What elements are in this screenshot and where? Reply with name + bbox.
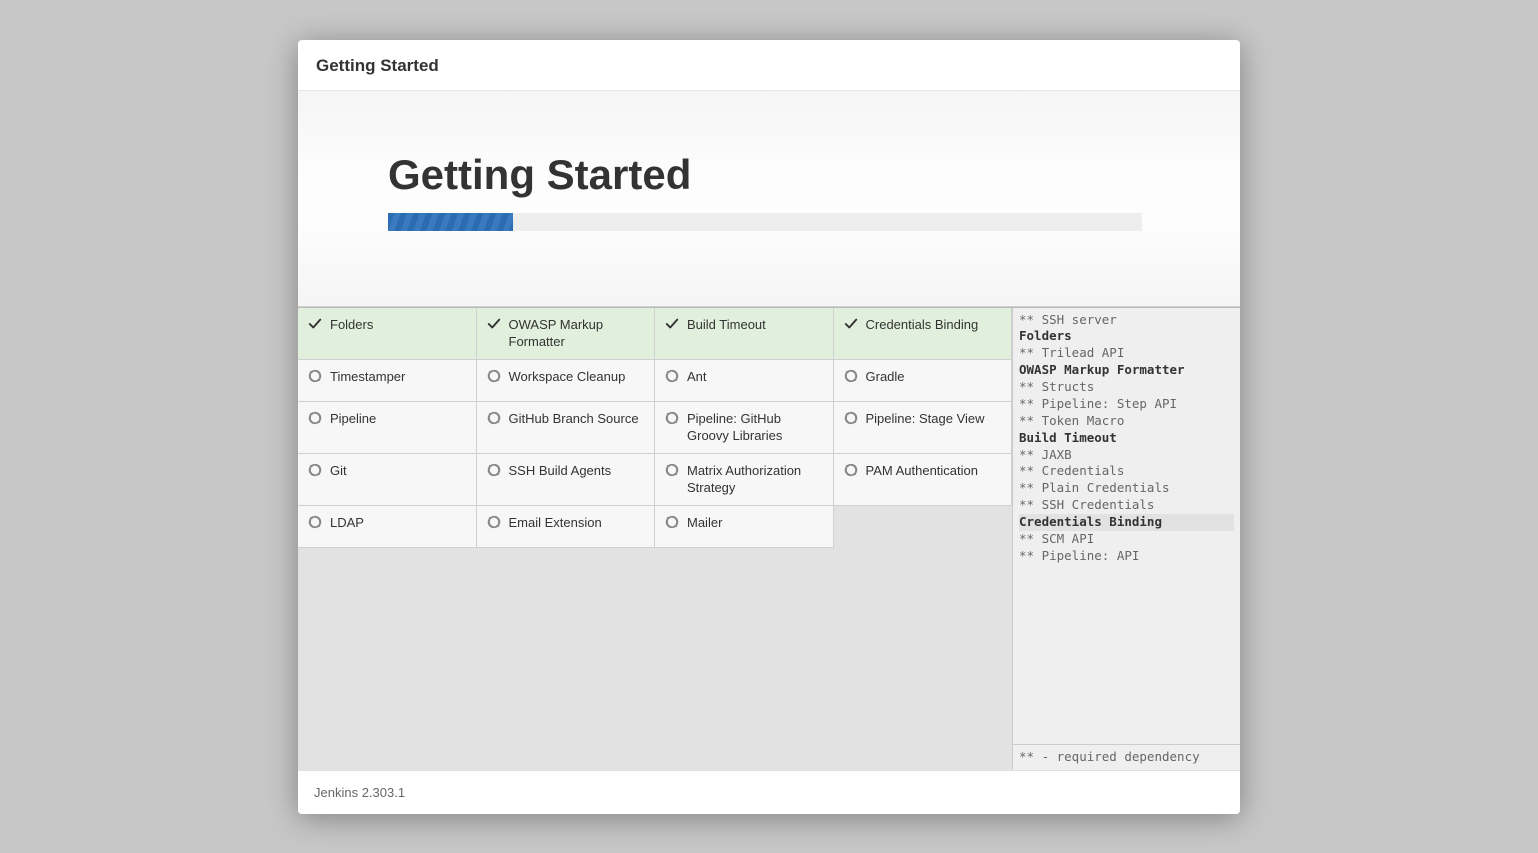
plugin-label: Mailer [687,514,722,532]
plugin-cell: LDAP [298,506,477,548]
plugin-cell: Timestamper [298,360,477,402]
loading-icon [308,515,322,529]
loading-icon [665,369,679,383]
install-log-footer: ** - required dependency [1013,744,1240,770]
loading-icon [844,369,858,383]
log-line: ** SSH server [1019,312,1234,329]
log-line: Folders [1019,328,1234,345]
check-icon [308,317,322,331]
plugin-label: Matrix Authorization Strategy [687,462,823,497]
plugin-cell: Build Timeout [655,308,834,360]
install-body: Folders OWASP Markup Formatter Build Timeo… [298,307,1240,770]
plugin-cell: Credentials Binding [834,308,1013,360]
plugin-cell: PAM Authentication [834,454,1013,506]
plugin-label: Ant [687,368,707,386]
plugin-cell: Pipeline: Stage View [834,402,1013,454]
install-log-lines: ** SSH serverFolders** Trilead APIOWASP … [1013,308,1240,744]
log-line: Credentials Binding [1019,514,1234,531]
check-icon [487,317,501,331]
loading-icon [665,463,679,477]
loading-icon [844,463,858,477]
log-line: ** SSH Credentials [1019,497,1234,514]
loading-icon [308,411,322,425]
plugin-cell: Mailer [655,506,834,548]
plugin-label: Timestamper [330,368,405,386]
plugin-cell: GitHub Branch Source [477,402,656,454]
plugin-label: Pipeline: Stage View [866,410,985,428]
plugin-label: SSH Build Agents [509,462,612,480]
loading-icon [665,411,679,425]
plugin-label: OWASP Markup Formatter [509,316,645,351]
log-line: ** Pipeline: API [1019,548,1234,565]
log-line: Build Timeout [1019,430,1234,447]
plugin-cell: OWASP Markup Formatter [477,308,656,360]
plugin-label: PAM Authentication [866,462,979,480]
plugin-cell: Git [298,454,477,506]
plugin-label: LDAP [330,514,364,532]
log-line: ** Token Macro [1019,413,1234,430]
loading-icon [308,369,322,383]
loading-icon [487,411,501,425]
hero-banner: Getting Started [298,91,1240,307]
loading-icon [844,411,858,425]
plugin-cell: Ant [655,360,834,402]
log-line: ** Pipeline: Step API [1019,396,1234,413]
dialog-header: Getting Started [298,40,1240,91]
log-line: ** Trilead API [1019,345,1234,362]
check-icon [665,317,679,331]
plugin-cell: Workspace Cleanup [477,360,656,402]
setup-wizard-dialog: Getting Started Getting Started Folders O… [298,40,1240,814]
dialog-title: Getting Started [316,56,439,75]
log-line: OWASP Markup Formatter [1019,362,1234,379]
loading-icon [487,463,501,477]
plugin-label: Git [330,462,347,480]
plugin-label: Pipeline [330,410,376,428]
log-line: ** Plain Credentials [1019,480,1234,497]
plugin-cell: Gradle [834,360,1013,402]
plugin-grid: Folders OWASP Markup Formatter Build Timeo… [298,308,1012,770]
loading-icon [487,369,501,383]
loading-icon [308,463,322,477]
plugin-cell: SSH Build Agents [477,454,656,506]
plugin-label: Workspace Cleanup [509,368,626,386]
install-progress-bar [388,213,1142,231]
log-line: ** JAXB [1019,447,1234,464]
plugin-cell: Pipeline: GitHub Groovy Libraries [655,402,834,454]
loading-icon [487,515,501,529]
log-line: ** Structs [1019,379,1234,396]
plugin-label: Gradle [866,368,905,386]
install-log-pane: ** SSH serverFolders** Trilead APIOWASP … [1012,308,1240,770]
hero-title: Getting Started [388,151,1240,199]
plugin-cell: Email Extension [477,506,656,548]
log-line: ** SCM API [1019,531,1234,548]
check-icon [844,317,858,331]
plugin-label: Pipeline: GitHub Groovy Libraries [687,410,823,445]
plugin-label: Folders [330,316,373,334]
install-progress-fill [388,213,513,231]
plugin-label: GitHub Branch Source [509,410,639,428]
plugin-label: Credentials Binding [866,316,979,334]
plugin-cell: Pipeline [298,402,477,454]
plugin-cell: Matrix Authorization Strategy [655,454,834,506]
jenkins-version: Jenkins 2.303.1 [314,785,405,800]
log-line: ** Credentials [1019,463,1234,480]
plugin-label: Email Extension [509,514,602,532]
plugin-cell: Folders [298,308,477,360]
plugin-label: Build Timeout [687,316,766,334]
dialog-footer: Jenkins 2.303.1 [298,770,1240,814]
loading-icon [665,515,679,529]
